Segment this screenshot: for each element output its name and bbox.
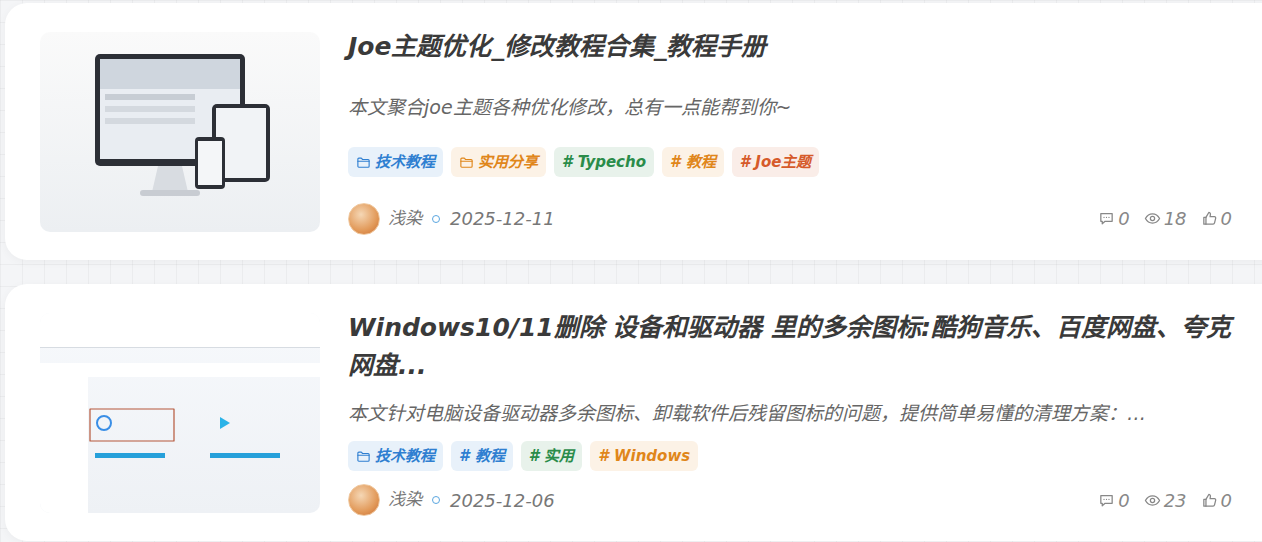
tag-content: # Typecho <box>562 151 646 174</box>
view-count: 18 <box>1144 205 1187 232</box>
eye-icon <box>1144 210 1161 227</box>
tag-content: # 教程 <box>459 445 505 468</box>
comment-icon <box>1098 492 1115 509</box>
separator-dot <box>432 496 440 504</box>
tag-content: # 教程 <box>670 151 716 174</box>
folder-icon <box>356 449 371 464</box>
view-count: 23 <box>1144 487 1187 514</box>
comment-count-value: 0 <box>1118 205 1129 232</box>
eye-icon <box>1144 492 1161 509</box>
tag-content: # Windows <box>598 445 690 468</box>
tag-list: 技术教程 实用分享 # Typecho # 教程 # Joe主题 <box>348 147 1232 177</box>
thumbnail-picture-icon <box>40 32 320 232</box>
post-thumbnail[interactable] <box>40 32 320 232</box>
like-count-value: 0 <box>1221 487 1232 514</box>
post-date: 2025-12-11 <box>450 205 555 232</box>
tag-label: 技术教程 <box>375 445 435 468</box>
tag-label: # Windows <box>598 445 690 468</box>
category-tag[interactable]: 技术教程 <box>348 147 443 177</box>
tag-label: # Joe主题 <box>740 151 812 174</box>
view-count-value: 23 <box>1164 487 1187 514</box>
author-avatar[interactable] <box>348 203 380 235</box>
tag-content: # 实用 <box>529 445 575 468</box>
post-tag[interactable]: # Typecho <box>554 147 654 177</box>
author-info: 浅染 2025-12-06 <box>348 484 555 516</box>
tag-label: 技术教程 <box>375 151 435 174</box>
comment-count-value: 0 <box>1118 487 1129 514</box>
post-meta: 浅染 2025-12-06 0 23 0 <box>348 484 1232 516</box>
tag-content: 技术教程 <box>356 445 435 468</box>
like-count[interactable]: 0 <box>1201 487 1232 514</box>
post-list: Joe主题优化_修改教程合集_教程手册本文聚合joe主题各种优化修改，总有一点能… <box>5 3 1262 541</box>
author-avatar[interactable] <box>348 484 380 516</box>
thumbs-up-icon <box>1201 492 1218 509</box>
post-thumbnail[interactable] <box>40 313 320 513</box>
post-tag[interactable]: # 教程 <box>451 441 513 471</box>
separator-dot <box>432 215 440 223</box>
tag-content: 技术教程 <box>356 151 435 174</box>
post-date: 2025-12-06 <box>450 487 555 514</box>
tag-content: # Joe主题 <box>740 151 812 174</box>
folder-icon <box>356 155 371 170</box>
tag-label: # 教程 <box>459 445 505 468</box>
tag-label: # Typecho <box>562 151 646 174</box>
post-body: Windows10/11删除 设备和驱动器 里的多余图标:酷狗音乐、百度网盘、夸… <box>348 309 1232 516</box>
folder-icon <box>459 155 474 170</box>
comment-icon <box>1098 210 1115 227</box>
like-count-value: 0 <box>1221 205 1232 232</box>
post-stats: 0 18 0 <box>1098 205 1232 232</box>
post-card[interactable]: Joe主题优化_修改教程合集_教程手册本文聚合joe主题各种优化修改，总有一点能… <box>5 3 1262 260</box>
category-tag[interactable]: 实用分享 <box>451 147 546 177</box>
post-tag[interactable]: # Joe主题 <box>732 147 820 177</box>
post-tag[interactable]: # 实用 <box>521 441 583 471</box>
tag-list: 技术教程 # 教程 # 实用 # Windows <box>348 441 1232 471</box>
post-excerpt: 本文针对电脑设备驱动器多余图标、卸载软件后残留图标的问题，提供简单易懂的清理方案… <box>348 398 1232 428</box>
tag-content: 实用分享 <box>459 151 538 174</box>
author-name[interactable]: 浅染 <box>388 206 422 232</box>
post-title[interactable]: Windows10/11删除 设备和驱动器 里的多余图标:酷狗音乐、百度网盘、夸… <box>348 309 1232 385</box>
post-tag[interactable]: # Windows <box>590 441 698 471</box>
view-count-value: 18 <box>1164 205 1187 232</box>
category-tag[interactable]: 技术教程 <box>348 441 443 471</box>
thumbnail-picture-icon <box>40 313 320 513</box>
tag-label: # 实用 <box>529 445 575 468</box>
comment-count: 0 <box>1098 487 1129 514</box>
like-count[interactable]: 0 <box>1201 205 1232 232</box>
post-card[interactable]: Windows10/11删除 设备和驱动器 里的多余图标:酷狗音乐、百度网盘、夸… <box>5 284 1262 541</box>
comment-count: 0 <box>1098 205 1129 232</box>
author-name[interactable]: 浅染 <box>388 487 422 513</box>
author-info: 浅染 2025-12-11 <box>348 203 555 235</box>
tag-label: 实用分享 <box>478 151 538 174</box>
tag-label: # 教程 <box>670 151 716 174</box>
post-meta: 浅染 2025-12-11 0 18 0 <box>348 203 1232 235</box>
post-stats: 0 23 0 <box>1098 487 1232 514</box>
post-title[interactable]: Joe主题优化_修改教程合集_教程手册 <box>348 28 1232 66</box>
post-excerpt: 本文聚合joe主题各种优化修改，总有一点能帮到你~ <box>348 92 1232 122</box>
thumbs-up-icon <box>1201 210 1218 227</box>
post-tag[interactable]: # 教程 <box>662 147 724 177</box>
post-body: Joe主题优化_修改教程合集_教程手册本文聚合joe主题各种优化修改，总有一点能… <box>348 28 1232 235</box>
